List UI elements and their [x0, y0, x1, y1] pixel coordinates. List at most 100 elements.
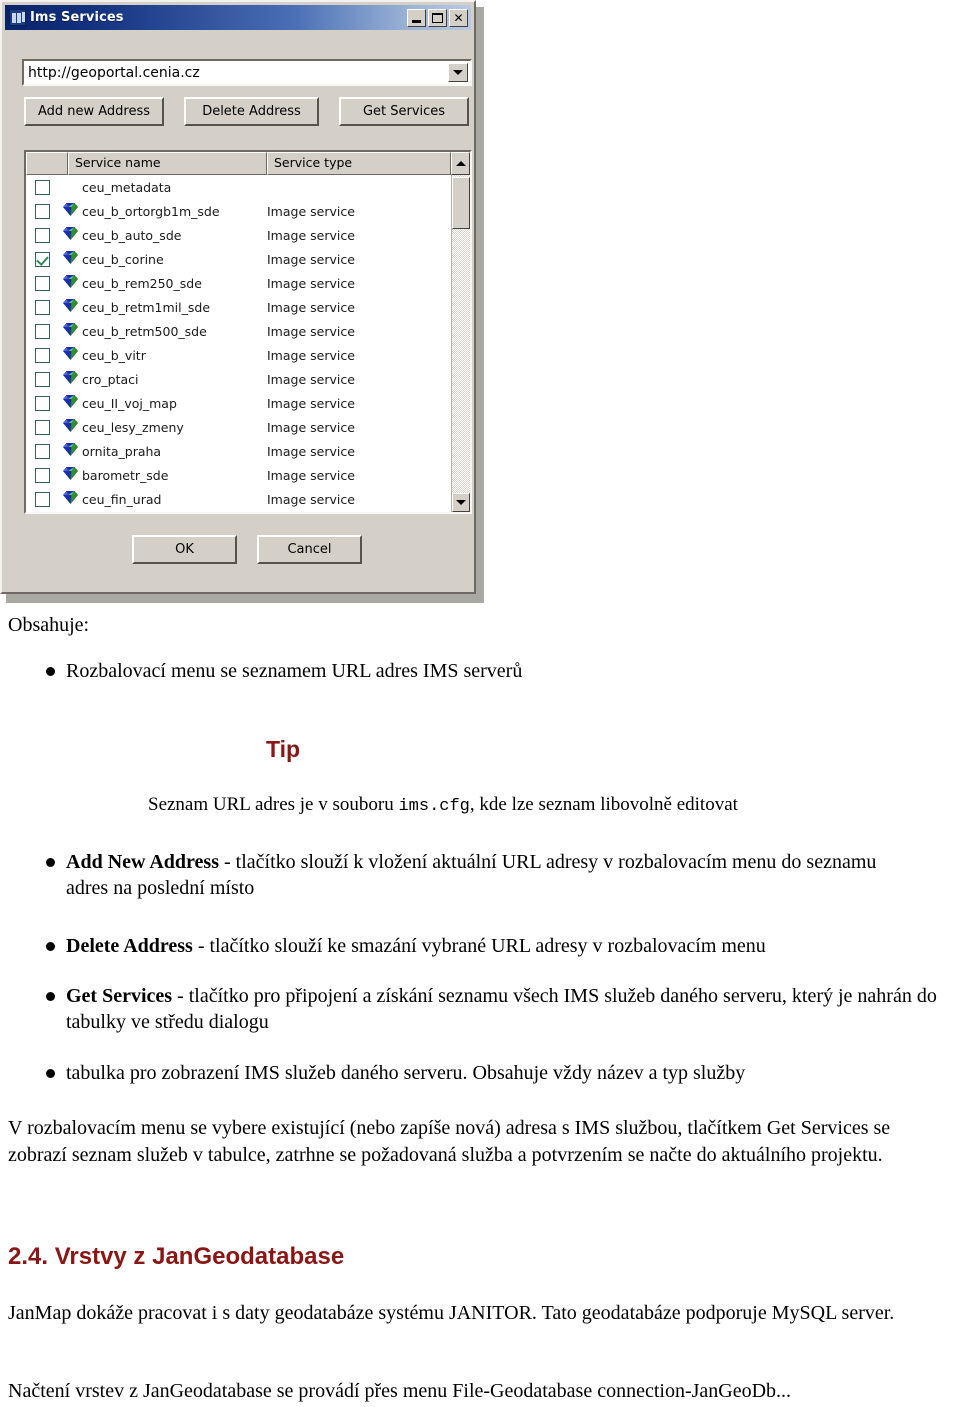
column-header-checkbox[interactable] — [26, 152, 68, 175]
paragraph-janmap-geodatabase: JanMap dokáže pracovat i s daty geodatab… — [8, 1302, 895, 1324]
gem-icon — [62, 370, 79, 388]
gem-icon-svg — [62, 299, 78, 312]
table-row[interactable]: ceu_b_corine Image service — [26, 247, 454, 271]
service-name-cell: ceu_fin_urad — [82, 491, 162, 507]
vertical-scrollbar[interactable] — [451, 175, 470, 512]
checkbox-unchecked-icon[interactable] — [34, 419, 50, 435]
checkbox-unchecked-icon[interactable] — [34, 323, 50, 339]
service-name-cell: ceu_II_voj_map — [82, 395, 177, 411]
service-type-cell: Image service — [267, 203, 355, 219]
scroll-up-button[interactable] — [451, 152, 470, 175]
row-checkbox-cell[interactable] — [26, 467, 58, 483]
checkbox-unchecked-icon[interactable] — [34, 203, 50, 219]
get-services-button[interactable]: Get Services — [339, 97, 469, 126]
table-row[interactable]: ceu_b_retm500_sde Image service — [26, 319, 454, 343]
section-heading-2-4: 2.4. Vrstvy z JanGeodatabase — [8, 1243, 345, 1270]
table-row[interactable]: ceu_b_vitr Image service — [26, 343, 454, 367]
gem-icon — [62, 322, 79, 340]
scroll-down-button[interactable] — [452, 493, 470, 512]
table-row[interactable]: ceu_b_rem250_sde Image service — [26, 271, 454, 295]
paragraph-load-layers: Načtení vrstev z JanGeodatabase se prová… — [8, 1380, 792, 1402]
address-input-value[interactable]: http://geoportal.cenia.cz — [24, 65, 200, 81]
checkbox-unchecked-icon[interactable] — [34, 491, 50, 507]
row-checkbox-cell[interactable] — [26, 491, 58, 507]
service-type-cell: Image service — [267, 467, 355, 483]
cancel-button[interactable]: Cancel — [257, 535, 362, 564]
row-checkbox-cell[interactable] — [26, 227, 58, 243]
close-button[interactable]: ✕ — [449, 8, 468, 27]
gem-icon-svg — [62, 227, 78, 240]
service-name-cell: ceu_metadata — [82, 179, 172, 195]
dialog-titlebar[interactable]: Ims Services ✕ — [5, 5, 471, 30]
checkbox-unchecked-icon[interactable] — [34, 179, 50, 195]
checkbox-unchecked-icon[interactable] — [34, 275, 50, 291]
scrollbar-thumb[interactable] — [452, 177, 470, 229]
gem-icon-svg — [62, 251, 78, 264]
table-row[interactable]: ceu_lesy_zmeny Image service — [26, 415, 454, 439]
table-row[interactable]: ceu_II_voj_map Image service — [26, 391, 454, 415]
maximize-button[interactable] — [428, 8, 447, 27]
table-row[interactable]: barometr_sde Image service — [26, 463, 454, 487]
row-checkbox-cell[interactable] — [26, 251, 58, 267]
address-dropdown-button[interactable] — [448, 63, 468, 82]
checkbox-unchecked-icon[interactable] — [34, 347, 50, 363]
row-checkbox-cell[interactable] — [26, 395, 58, 411]
checkbox-checked-icon[interactable] — [34, 251, 50, 267]
gem-icon-svg — [62, 275, 78, 288]
bullet-item-add-new-address: Add New Address - tlačítko slouží k vlož… — [46, 849, 921, 902]
checkbox-unchecked-icon[interactable] — [34, 227, 50, 243]
row-checkbox-cell[interactable] — [26, 323, 58, 339]
column-header-service-name[interactable]: Service name — [68, 152, 267, 175]
paragraph-workflow: V rozbalovacím menu se vybere existující… — [8, 1117, 891, 1166]
service-type-cell: Image service — [267, 227, 355, 243]
gem-icon-svg — [62, 419, 78, 432]
bullet-item-get-services: Get Services - tlačítko pro připojení a … — [46, 983, 946, 1036]
row-checkbox-cell[interactable] — [26, 443, 58, 459]
gem-icon-svg — [62, 491, 78, 504]
table-row[interactable]: ceu_b_auto_sde Image service — [26, 223, 454, 247]
table-row[interactable]: ceu_metadata — [26, 175, 454, 199]
checkbox-unchecked-icon[interactable] — [34, 371, 50, 387]
row-checkbox-cell[interactable] — [26, 299, 58, 315]
bullet-icon — [46, 858, 55, 867]
row-checkbox-cell[interactable] — [26, 203, 58, 219]
add-new-address-button[interactable]: Add new Address — [24, 97, 164, 126]
checkbox-unchecked-icon[interactable] — [34, 299, 50, 315]
row-checkbox-cell[interactable] — [26, 275, 58, 291]
service-name-cell: barometr_sde — [82, 467, 169, 483]
row-checkbox-cell[interactable] — [26, 419, 58, 435]
address-combobox[interactable]: http://geoportal.cenia.cz — [22, 59, 472, 86]
checkbox-unchecked-icon[interactable] — [34, 467, 50, 483]
chevron-up-icon — [455, 161, 466, 166]
table-row[interactable]: ornita_praha Image service — [26, 439, 454, 463]
service-name-cell: ceu_lesy_zmeny — [82, 419, 184, 435]
gem-icon — [62, 298, 79, 316]
gem-icon — [62, 202, 79, 220]
bullet-icon — [46, 942, 55, 951]
service-type-icon-cell — [58, 298, 82, 316]
table-row[interactable]: ceu_fin_urad Image service — [26, 487, 454, 511]
service-type-cell: Image service — [267, 299, 355, 315]
bullet-text: Delete Address - tlačítko slouží ke smaz… — [66, 933, 766, 959]
checkbox-unchecked-icon[interactable] — [34, 443, 50, 459]
bullet-item-delete-address: Delete Address - tlačítko slouží ke smaz… — [46, 933, 921, 959]
column-header-service-type[interactable]: Service type — [267, 152, 451, 175]
bullet-description: - tlačítko slouží ke smazání vybrané URL… — [192, 935, 766, 957]
table-row[interactable]: cro_ptaci Image service — [26, 367, 454, 391]
gem-icon — [62, 418, 79, 436]
bullet-icon — [46, 992, 55, 1001]
ok-button[interactable]: OK — [132, 535, 237, 564]
service-name-cell: cro_ptaci — [82, 371, 139, 387]
bullet-icon — [46, 667, 55, 676]
checkbox-unchecked-icon[interactable] — [34, 395, 50, 411]
table-row[interactable]: ceu_b_ortorgb1m_sde Image service — [26, 199, 454, 223]
service-type-cell: Image service — [267, 323, 355, 339]
row-checkbox-cell[interactable] — [26, 371, 58, 387]
table-row[interactable]: ceu_b_retm1mil_sde Image service — [26, 295, 454, 319]
gem-icon — [62, 394, 79, 412]
delete-address-button[interactable]: Delete Address — [184, 97, 319, 126]
bullet-text: Get Services - tlačítko pro připojení a … — [66, 983, 946, 1036]
row-checkbox-cell[interactable] — [26, 179, 58, 195]
row-checkbox-cell[interactable] — [26, 347, 58, 363]
minimize-button[interactable] — [407, 8, 426, 27]
